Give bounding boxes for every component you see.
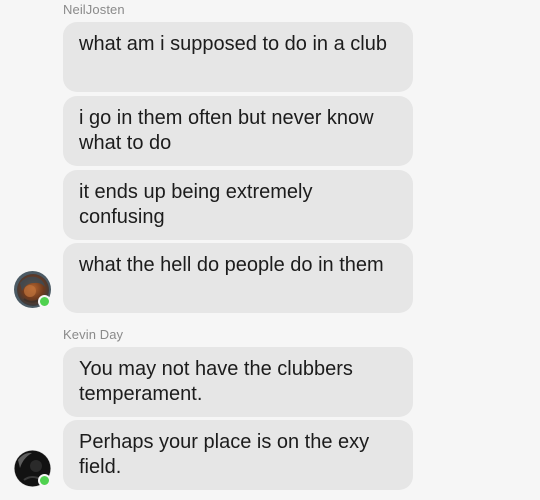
message-bubble[interactable]: You may not have the clubbers temperamen… bbox=[63, 347, 413, 417]
user-avatar[interactable] bbox=[14, 271, 51, 308]
message-bubble[interactable]: what the hell do people do in them bbox=[63, 243, 413, 313]
online-status-icon bbox=[38, 474, 51, 487]
online-status-icon bbox=[38, 295, 51, 308]
message-bubble[interactable]: Perhaps your place is on the exy field. bbox=[63, 420, 413, 490]
sender-name[interactable]: NeilJosten bbox=[63, 2, 125, 17]
chat-thread: NeilJosten what am i supposed to do in a… bbox=[0, 0, 540, 500]
message-bubble[interactable]: i go in them often but never know what t… bbox=[63, 96, 413, 166]
sender-name[interactable]: Kevin Day bbox=[63, 327, 123, 342]
message-bubble[interactable]: it ends up being extremely confusing bbox=[63, 170, 413, 240]
user-avatar[interactable] bbox=[14, 450, 51, 487]
message-bubble[interactable]: what am i supposed to do in a club bbox=[63, 22, 413, 92]
